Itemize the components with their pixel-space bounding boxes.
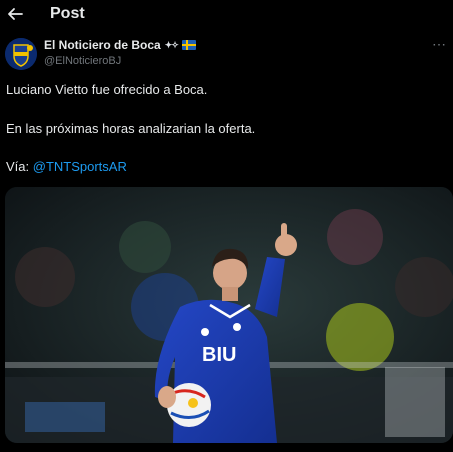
author-block: El Noticiero de Boca ✦✧ @ElNoticieroBJ [44,38,196,67]
more-options-icon[interactable]: ⋯ [432,36,447,53]
author-handle[interactable]: @ElNoticieroBJ [44,55,196,67]
photo-player-thumbs-up: BIU [5,187,453,443]
arrow-left-icon [8,8,23,20]
sparkle-stars-icon: ✦✧ [164,39,179,50]
author-name[interactable]: El Noticiero de Boca [44,38,161,52]
page-title: Post [50,5,85,22]
tweet-line-1: Luciano Vietto fue ofrecido a Boca. [6,82,208,97]
boca-crest-icon [5,38,37,70]
sweden-flag-icon [181,40,196,50]
via-prefix: Vía: [6,159,33,174]
tweet-via: Vía: @TNTSportsAR [6,159,127,174]
avatar[interactable] [5,38,37,70]
mention-link[interactable]: @TNTSportsAR [33,159,127,174]
tweet-media-photo[interactable]: BIU [5,187,453,443]
tweet-line-2: En las próximas horas analizarian la ofe… [6,121,256,136]
top-bar: Post [0,0,453,30]
back-button[interactable] [4,3,26,25]
jersey-text: BIU [202,344,236,366]
